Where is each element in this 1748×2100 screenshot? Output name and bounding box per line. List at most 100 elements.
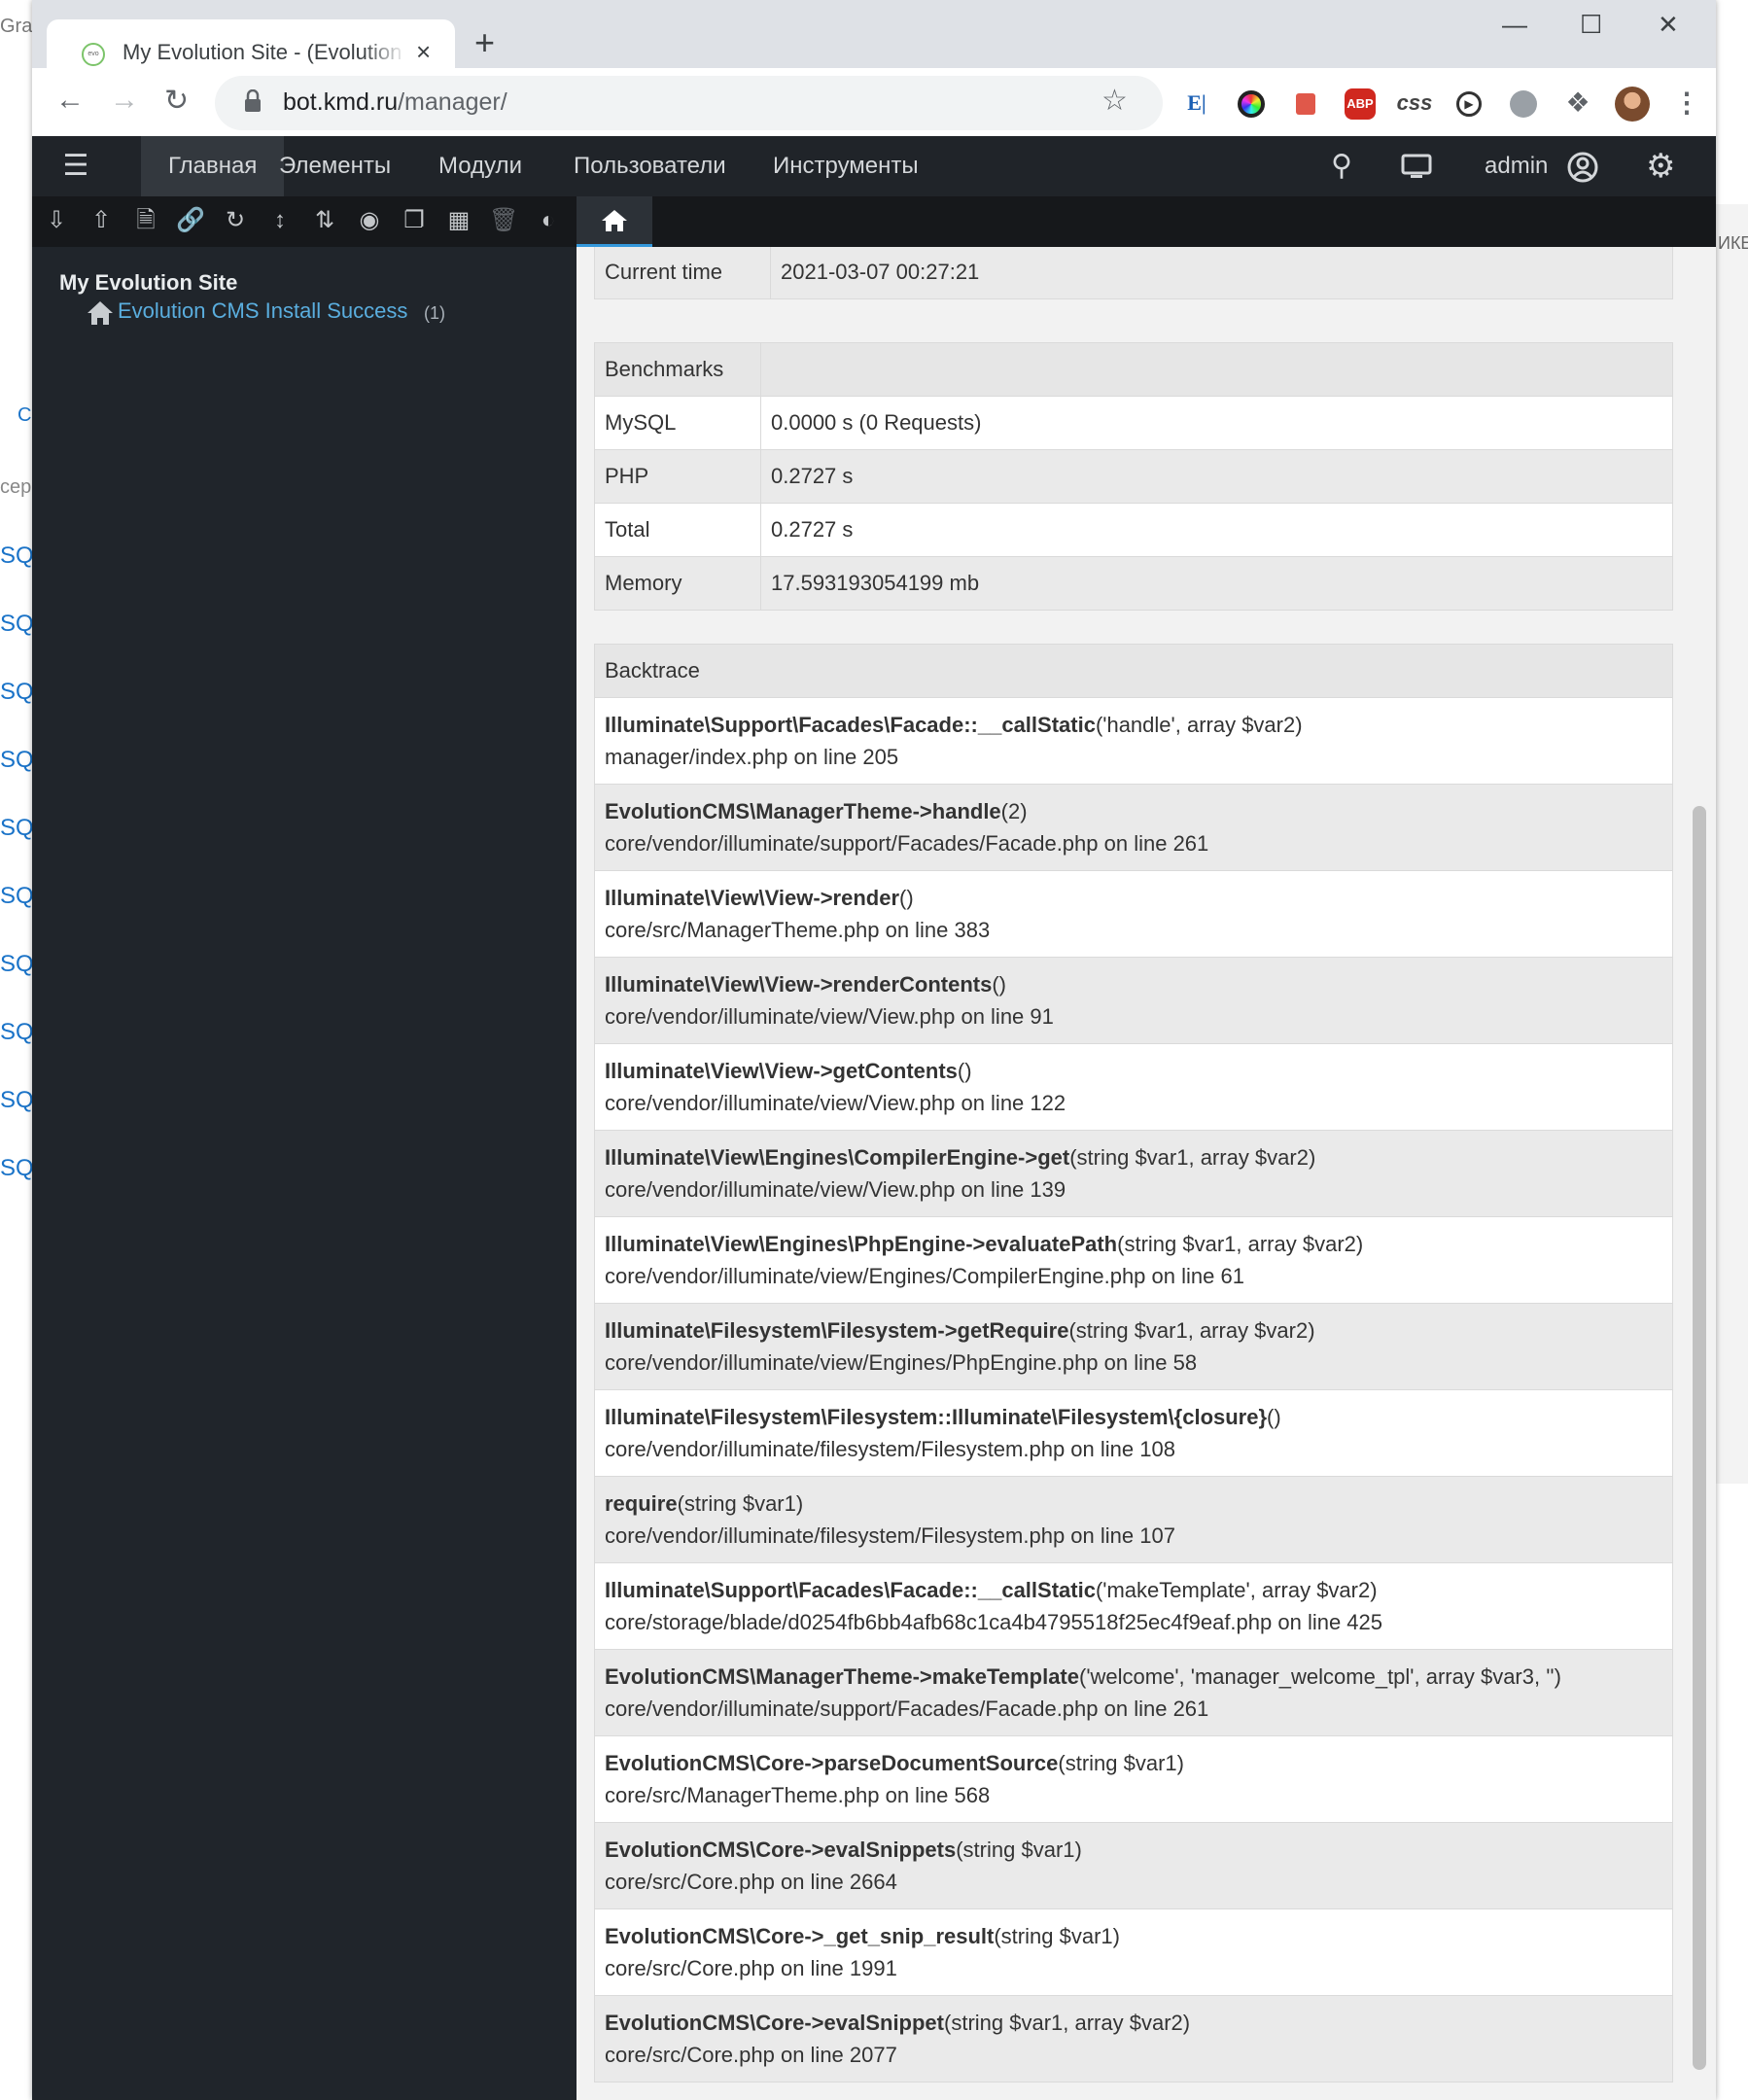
benchmark-label: MySQL xyxy=(594,396,761,450)
background-link[interactable]: SQ xyxy=(0,883,34,910)
trash-icon[interactable]: 🗑 xyxy=(489,206,518,235)
backtrace-row: EvolutionCMS\Core->_get_snip_result(stri… xyxy=(594,1908,1673,1996)
backtrace-call: Illuminate\Support\Facades\Facade::__cal… xyxy=(605,709,1662,741)
color-picker-icon[interactable] xyxy=(1224,76,1278,130)
camera-icon[interactable]: ◉ xyxy=(355,206,384,235)
backtrace-call: Illuminate\View\View->getContents() xyxy=(605,1055,1662,1087)
search-icon[interactable]: ⚲ xyxy=(1331,136,1352,196)
minimize-icon[interactable]: — xyxy=(1502,10,1527,40)
user-name[interactable]: admin xyxy=(1485,136,1548,196)
backtrace-call: EvolutionCMS\Core->_get_snip_result(stri… xyxy=(605,1920,1662,1952)
backtrace-args: () xyxy=(1267,1405,1281,1429)
backtrace-call: EvolutionCMS\Core->evalSnippets(string $… xyxy=(605,1834,1662,1866)
reload-icon[interactable]: ↻ xyxy=(164,84,189,118)
table-header-row: Benchmarks xyxy=(594,342,1673,397)
backtrace-cell: EvolutionCMS\Core->_get_snip_result(stri… xyxy=(594,1908,1673,1996)
forward-icon[interactable]: → xyxy=(110,84,139,117)
backtrace-args: () xyxy=(957,1059,972,1083)
collapse-tree-icon[interactable]: ⇧ xyxy=(87,206,116,235)
user-circle-icon[interactable] xyxy=(1566,136,1599,196)
backtrace-function: EvolutionCMS\ManagerTheme->handle xyxy=(605,799,1001,823)
puzzle-icon[interactable]: ❖ xyxy=(1551,76,1605,130)
background-left-strip: Grar C сер SQ SQ SQ SQ SQ SQ SQ SQ SQ SQ xyxy=(0,0,39,2100)
translate-icon[interactable] xyxy=(1278,76,1333,130)
bookmark-star-icon[interactable]: ☆ xyxy=(1101,84,1128,118)
benchmark-value: 0.2727 s xyxy=(760,503,1673,557)
close-icon[interactable]: ✕ xyxy=(1658,10,1679,40)
background-link[interactable]: SQ xyxy=(0,1019,34,1046)
refresh-icon[interactable]: ↻ xyxy=(221,206,250,235)
browser-window: evo My Evolution Site - (Evolution CMS M… xyxy=(32,0,1716,2100)
tab-title: My Evolution Site - (Evolution CMS Manag… xyxy=(122,40,406,64)
grid-icon[interactable]: ▦ xyxy=(444,206,473,235)
new-weblink-icon[interactable]: 🔗 xyxy=(176,206,205,235)
nav-elements[interactable]: Элементы xyxy=(279,136,391,196)
background-link[interactable]: SQ xyxy=(0,1155,34,1182)
globe-icon[interactable] xyxy=(1496,76,1551,130)
backtrace-row: EvolutionCMS\Core->parseDocumentSource(s… xyxy=(594,1735,1673,1823)
backtrace-cell: EvolutionCMS\Core->parseDocumentSource(s… xyxy=(594,1735,1673,1823)
backtrace-function: EvolutionCMS\Core->evalSnippet xyxy=(605,2011,944,2035)
backtrace-cell: EvolutionCMS\Core->evalSnippets(string $… xyxy=(594,1822,1673,1909)
tree-site-name[interactable]: My Evolution Site xyxy=(59,270,237,296)
scrollbar[interactable] xyxy=(1693,806,1706,2070)
hamburger-menu-icon[interactable]: ☰ xyxy=(52,136,100,196)
background-link[interactable]: SQ xyxy=(0,1087,34,1114)
menu-dots-icon[interactable]: ⋮ xyxy=(1660,76,1714,130)
tree-item-count: (1) xyxy=(424,303,445,323)
backtrace-function: EvolutionCMS\ManagerTheme->makeTemplate xyxy=(605,1664,1079,1689)
backtrace-row: Illuminate\View\View->renderContents() co… xyxy=(594,957,1673,1044)
nav-users[interactable]: Пользователи xyxy=(574,136,726,196)
backtrace-row: Illuminate\View\Engines\CompilerEngine->… xyxy=(594,1130,1673,1217)
avatar[interactable] xyxy=(1605,76,1660,130)
backtrace-location: core/src/Core.php on line 1991 xyxy=(605,1956,897,1980)
settings-gears-icon[interactable]: ⚙ xyxy=(1646,136,1675,196)
backtrace-call: Illuminate\Filesystem\Filesystem::Illumi… xyxy=(605,1401,1662,1433)
preview-site-icon[interactable] xyxy=(1401,136,1432,196)
background-link[interactable]: SQ xyxy=(0,542,34,570)
benchmark-label: Memory xyxy=(594,556,761,611)
main-content: Current time 2021-03-07 00:27:21 Benchma… xyxy=(577,247,1716,2100)
home-tab[interactable] xyxy=(577,196,652,247)
new-tab-button[interactable]: + xyxy=(474,23,495,62)
backtrace-location: core/src/Core.php on line 2664 xyxy=(605,1870,897,1894)
maximize-icon[interactable]: ☐ xyxy=(1580,10,1602,40)
backtrace-call: Illuminate\View\View->renderContents() xyxy=(605,968,1662,1000)
contrast-icon[interactable]: ◐ xyxy=(534,206,563,235)
tree-item-label[interactable]: Evolution CMS Install Success xyxy=(118,298,407,324)
expand-tree-icon[interactable]: ⇩ xyxy=(42,206,71,235)
sort-order-icon[interactable]: ⇅ xyxy=(310,206,339,235)
tab-close-button[interactable]: × xyxy=(416,37,431,67)
css-viewer-icon[interactable]: css xyxy=(1387,76,1442,130)
background-link[interactable]: SQ xyxy=(0,679,34,706)
copy-icon[interactable]: ❐ xyxy=(400,206,429,235)
backtrace-title: Backtrace xyxy=(594,644,1673,698)
backtrace-args: (string $var1, array $var2) xyxy=(1068,1318,1315,1343)
backtrace-row: Illuminate\Filesystem\Filesystem->getReq… xyxy=(594,1303,1673,1390)
background-link[interactable]: SQ xyxy=(0,747,34,774)
backtrace-row: EvolutionCMS\ManagerTheme->makeTemplate(… xyxy=(594,1649,1673,1736)
backtrace-table: Backtrace Illuminate\Support\Facades\Fac… xyxy=(594,644,1673,2082)
video-icon[interactable]: ▶ xyxy=(1442,76,1496,130)
backtrace-function: Illuminate\View\View->render xyxy=(605,886,900,910)
new-document-icon[interactable]: 🗎 xyxy=(131,206,160,235)
backtrace-args: ('makeTemplate', array $var2) xyxy=(1095,1578,1378,1602)
backtrace-call: EvolutionCMS\Core->parseDocumentSource(s… xyxy=(605,1747,1662,1779)
nav-tools[interactable]: Инструменты xyxy=(773,136,919,196)
extension-e-icon[interactable]: E| xyxy=(1170,76,1224,130)
adblock-icon[interactable]: ABP xyxy=(1333,76,1387,130)
backtrace-location: core/vendor/illuminate/filesystem/Filesy… xyxy=(605,1523,1175,1548)
address-bar[interactable]: bot.kmd.ru/manager/ ☆ xyxy=(215,76,1163,130)
nav-home[interactable]: Главная xyxy=(141,136,285,196)
back-icon[interactable]: ← xyxy=(55,84,85,117)
css-label: css xyxy=(1396,90,1433,115)
sort-icon[interactable]: ↕ xyxy=(265,206,295,235)
url-host: bot.kmd.ru xyxy=(283,88,399,116)
background-link[interactable]: SQ xyxy=(0,815,34,842)
nav-modules[interactable]: Модули xyxy=(438,136,522,196)
backtrace-location: core/vendor/illuminate/view/View.php on … xyxy=(605,1177,1066,1202)
backtrace-function: Illuminate\Filesystem\Filesystem::Illumi… xyxy=(605,1405,1268,1429)
background-link[interactable]: SQ xyxy=(0,611,34,638)
background-link[interactable]: SQ xyxy=(0,951,34,978)
backtrace-location: core/vendor/illuminate/filesystem/Filesy… xyxy=(605,1437,1175,1461)
